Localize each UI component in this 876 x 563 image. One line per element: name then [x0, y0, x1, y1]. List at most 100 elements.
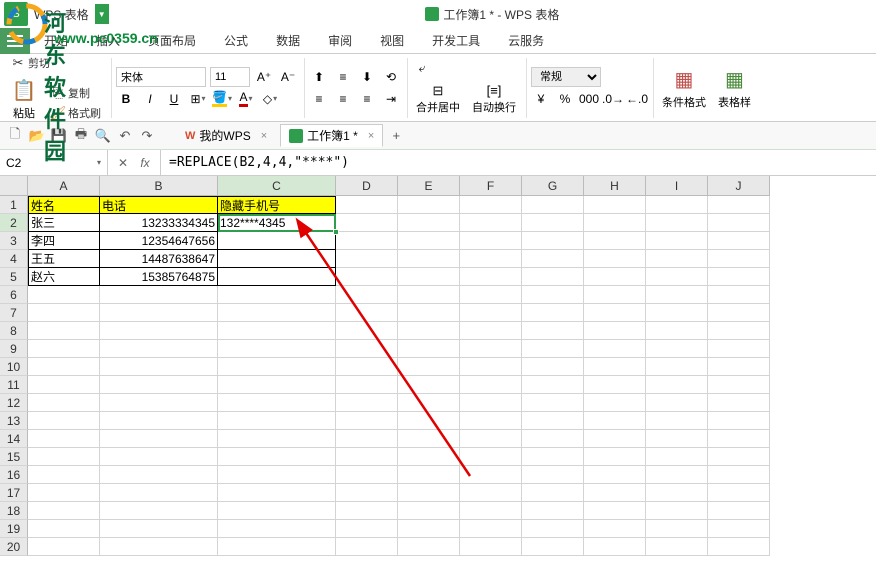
cell-G19[interactable] [522, 520, 584, 538]
cell-I20[interactable] [646, 538, 708, 556]
cell-A3[interactable]: 李四 [28, 232, 100, 250]
col-header-A[interactable]: A [28, 176, 100, 196]
cell-A1[interactable]: 姓名 [28, 196, 100, 214]
cell-C13[interactable] [218, 412, 336, 430]
cell-I8[interactable] [646, 322, 708, 340]
clear-format-button[interactable]: ◇▾ [260, 89, 280, 109]
cell-B2[interactable]: 13233334345 [100, 214, 218, 232]
cell-H20[interactable] [584, 538, 646, 556]
cell-B8[interactable] [100, 322, 218, 340]
cell-I19[interactable] [646, 520, 708, 538]
cell-D16[interactable] [336, 466, 398, 484]
conditional-format-button[interactable]: ▦条件格式 [658, 64, 710, 112]
menu-review[interactable]: 审阅 [314, 28, 366, 54]
cell-A9[interactable] [28, 340, 100, 358]
cell-J16[interactable] [708, 466, 770, 484]
font-name-select[interactable] [116, 67, 206, 87]
cell-A5[interactable]: 赵六 [28, 268, 100, 286]
row-header-7[interactable]: 7 [0, 304, 28, 322]
cell-G9[interactable] [522, 340, 584, 358]
cell-H2[interactable] [584, 214, 646, 232]
cell-F20[interactable] [460, 538, 522, 556]
cell-C15[interactable] [218, 448, 336, 466]
cell-C9[interactable] [218, 340, 336, 358]
cell-C10[interactable] [218, 358, 336, 376]
cell-D19[interactable] [336, 520, 398, 538]
format-painter-button[interactable]: 🖌格式刷 [46, 103, 105, 123]
row-header-18[interactable]: 18 [0, 502, 28, 520]
menu-devtools[interactable]: 开发工具 [418, 28, 494, 54]
cell-D5[interactable] [336, 268, 398, 286]
cell-I18[interactable] [646, 502, 708, 520]
cell-D8[interactable] [336, 322, 398, 340]
cell-D20[interactable] [336, 538, 398, 556]
cell-A10[interactable] [28, 358, 100, 376]
cell-G6[interactable] [522, 286, 584, 304]
cell-E1[interactable] [398, 196, 460, 214]
decrease-font-button[interactable]: A⁻ [278, 67, 298, 87]
row-header-8[interactable]: 8 [0, 322, 28, 340]
cell-G17[interactable] [522, 484, 584, 502]
cell-F8[interactable] [460, 322, 522, 340]
cell-E16[interactable] [398, 466, 460, 484]
italic-button[interactable]: I [140, 89, 160, 109]
cell-C7[interactable] [218, 304, 336, 322]
cell-I6[interactable] [646, 286, 708, 304]
cell-D11[interactable] [336, 376, 398, 394]
cell-E3[interactable] [398, 232, 460, 250]
cell-G18[interactable] [522, 502, 584, 520]
print-preview-button[interactable]: 🔍 [94, 127, 112, 145]
menu-formulas[interactable]: 公式 [210, 28, 262, 54]
cell-C5[interactable] [218, 268, 336, 286]
col-header-G[interactable]: G [522, 176, 584, 196]
cell-I7[interactable] [646, 304, 708, 322]
cell-F13[interactable] [460, 412, 522, 430]
cell-A2[interactable]: 张三 [28, 214, 100, 232]
cell-C16[interactable] [218, 466, 336, 484]
cell-D12[interactable] [336, 394, 398, 412]
cell-J12[interactable] [708, 394, 770, 412]
cell-B6[interactable] [100, 286, 218, 304]
cell-F2[interactable] [460, 214, 522, 232]
cell-C18[interactable] [218, 502, 336, 520]
col-header-B[interactable]: B [100, 176, 218, 196]
cell-H11[interactable] [584, 376, 646, 394]
cell-B9[interactable] [100, 340, 218, 358]
cell-E18[interactable] [398, 502, 460, 520]
cell-E17[interactable] [398, 484, 460, 502]
cell-A20[interactable] [28, 538, 100, 556]
app-dropdown[interactable]: ▼ [95, 4, 109, 24]
cell-B4[interactable]: 14487638647 [100, 250, 218, 268]
cell-G15[interactable] [522, 448, 584, 466]
cell-J1[interactable] [708, 196, 770, 214]
cell-G3[interactable] [522, 232, 584, 250]
cell-J9[interactable] [708, 340, 770, 358]
cell-E9[interactable] [398, 340, 460, 358]
col-header-F[interactable]: F [460, 176, 522, 196]
cell-C8[interactable] [218, 322, 336, 340]
cell-A14[interactable] [28, 430, 100, 448]
cell-F12[interactable] [460, 394, 522, 412]
save-button[interactable]: 💾 [50, 127, 68, 145]
row-header-5[interactable]: 5 [0, 268, 28, 286]
cell-E13[interactable] [398, 412, 460, 430]
align-middle-button[interactable]: ≡ [333, 67, 353, 87]
tab-my-wps[interactable]: W 我的WPS × [176, 124, 276, 147]
select-all-corner[interactable] [0, 176, 28, 196]
col-header-I[interactable]: I [646, 176, 708, 196]
increase-decimal-button[interactable]: .0→ [603, 89, 623, 109]
paste-button[interactable]: 📋粘贴 [6, 75, 42, 123]
cell-H10[interactable] [584, 358, 646, 376]
cell-E14[interactable] [398, 430, 460, 448]
align-bottom-button[interactable]: ⬇ [357, 67, 377, 87]
cell-I11[interactable] [646, 376, 708, 394]
cell-C1[interactable]: 隐藏手机号 [218, 196, 336, 214]
cell-E6[interactable] [398, 286, 460, 304]
cell-F6[interactable] [460, 286, 522, 304]
cell-C3[interactable] [218, 232, 336, 250]
tab-workbook1[interactable]: 工作簿1 * × [280, 124, 383, 147]
cell-H5[interactable] [584, 268, 646, 286]
table-style-button[interactable]: ▦表格样 [714, 64, 755, 112]
cell-E2[interactable] [398, 214, 460, 232]
row-header-2[interactable]: 2 [0, 214, 28, 232]
